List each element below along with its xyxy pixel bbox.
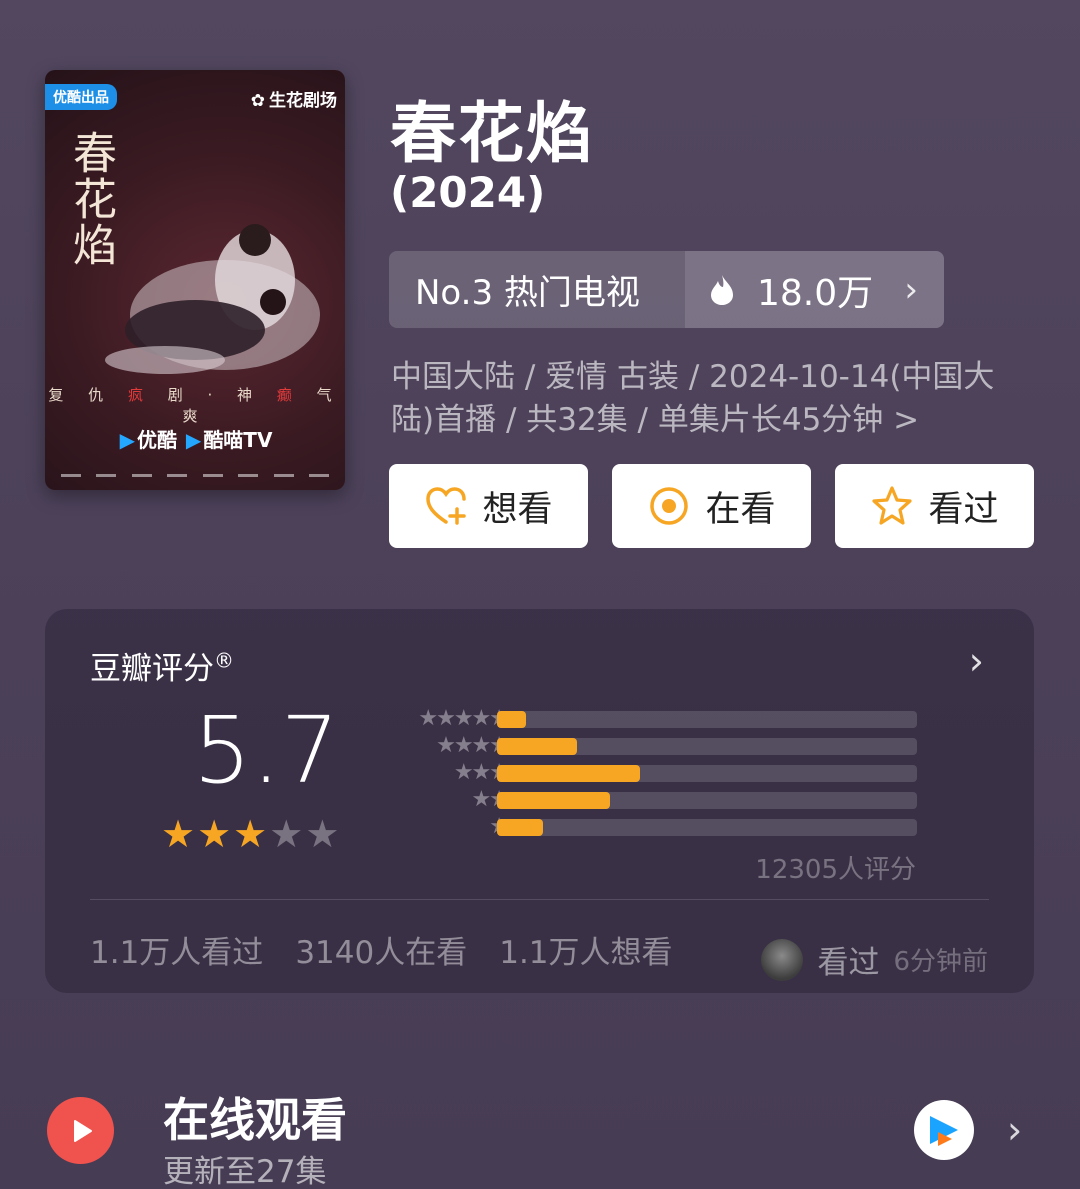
ranking-bar[interactable]: No.3 热门电视 18.0万 › <box>389 251 944 328</box>
online-watch-subtitle: 更新至27集 <box>163 1154 327 1189</box>
distribution-bar <box>497 792 611 809</box>
page-title: 春花焰 <box>390 95 594 172</box>
kumiao-play-icon: ▶ <box>185 428 202 452</box>
recent-activity[interactable]: 看过 6分钟前 <box>761 937 988 982</box>
chevron-right-icon: › <box>904 269 918 310</box>
watching-label: 在看 <box>705 489 776 530</box>
distribution-row: ★★★★★ <box>375 707 975 734</box>
fire-icon <box>711 274 733 305</box>
distribution-track <box>497 765 917 782</box>
rating-count: 12305人评分 <box>755 855 916 885</box>
want-to-watch-button[interactable]: 想看 <box>389 464 588 548</box>
release-year: (2024) <box>390 168 546 217</box>
rating-stars: ★ ★ ★ ★ ★ <box>161 812 339 856</box>
recent-time: 6分钟前 <box>893 947 988 977</box>
target-circle-icon <box>650 487 689 525</box>
rating-score: 5.7 <box>193 697 340 804</box>
distribution-row: ★★★ <box>375 761 975 788</box>
distribution-bar <box>497 711 527 728</box>
star-filled-icon: ★ <box>161 812 196 856</box>
star-filled-icon: ★ <box>197 812 232 856</box>
watch-stats: 1.1万人看过 3140人在看 1.1万人想看 <box>90 927 673 972</box>
play-icon[interactable] <box>47 1097 114 1164</box>
distribution-track <box>497 738 917 755</box>
heat-section[interactable]: 18.0万 › <box>685 251 944 328</box>
distribution-track <box>497 819 917 836</box>
stat-want[interactable]: 1.1万人想看 <box>499 927 672 972</box>
distribution-row: ★★★★ <box>375 734 975 761</box>
youku-mark-icon <box>930 1116 958 1146</box>
chevron-right-icon[interactable]: › <box>969 639 984 683</box>
distribution-stars-icon: ★★★★★ <box>418 706 509 731</box>
movie-detail-page: 优酷出品 ✿ 生花剧场 春花焰 复 仇 疯 剧 · 神 癫 气 爽 ▶ 优酷 ▶ 酷喵… <box>0 0 1080 1189</box>
watched-button[interactable]: 看过 <box>835 464 1034 548</box>
watched-label: 看过 <box>928 489 999 530</box>
distribution-bar <box>497 738 577 755</box>
poster-platforms: ▶ 优酷 ▶ 酷喵TV <box>119 428 273 452</box>
distribution-bar <box>497 765 640 782</box>
recent-action: 看过 <box>817 945 880 981</box>
distribution-bar <box>497 819 544 836</box>
distribution-row: ★ <box>375 815 975 842</box>
play-triangle-icon <box>73 1119 92 1142</box>
rank-label[interactable]: No.3 热门电视 <box>389 251 685 328</box>
meta-info[interactable]: 中国大陆 / 爱情 古装 / 2024-10-14(中国大陆)首播 / 共32集… <box>391 356 1021 442</box>
rating-distribution: ★★★★★★★★★★★★★★★ <box>375 707 975 842</box>
star-outline-icon <box>872 486 913 525</box>
star-empty-icon: ★ <box>305 812 340 856</box>
star-filled-icon: ★ <box>233 812 268 856</box>
flower-logo-icon: ✿ <box>250 91 265 111</box>
poster-studio: ✿ 生花剧场 <box>251 86 337 111</box>
poster-image[interactable]: 优酷出品 ✿ 生花剧场 春花焰 复 仇 疯 剧 · 神 癫 气 爽 ▶ 优酷 ▶ 酷喵… <box>45 70 345 490</box>
youku-logo-icon[interactable] <box>914 1100 974 1160</box>
divider <box>90 899 989 900</box>
stat-watching[interactable]: 3140人在看 <box>295 927 467 972</box>
star-empty-icon: ★ <box>269 812 304 856</box>
poster-badge: 优酷出品 <box>45 84 117 110</box>
rating-card[interactable]: 豆瓣评分® › 5.7 ★★★★★ ★★★★★★★★★★★★★★★ 12305人… <box>45 609 1034 993</box>
poster-credits <box>45 470 345 480</box>
poster-figures-illustration <box>105 224 320 374</box>
distribution-track <box>497 711 917 728</box>
avatar <box>761 938 804 981</box>
want-to-watch-label: 想看 <box>482 489 553 530</box>
poster-studio-label: 生花剧场 <box>269 91 337 111</box>
distribution-track <box>497 792 917 809</box>
distribution-row: ★★ <box>375 788 975 815</box>
online-watch-title[interactable]: 在线观看 <box>163 1084 347 1150</box>
poster-tagline: 复 仇 疯 剧 · 神 癫 气 爽 <box>48 386 342 425</box>
watching-button[interactable]: 在看 <box>612 464 811 548</box>
heart-plus-icon <box>426 487 467 525</box>
chevron-right-icon[interactable]: › <box>1007 1108 1022 1152</box>
youku-play-icon: ▶ <box>119 428 135 452</box>
action-buttons: 想看 在看 看过 <box>389 464 1034 548</box>
heat-value: 18.0万 <box>757 272 874 314</box>
rating-source-label: 豆瓣评分® <box>90 648 234 687</box>
stat-watched[interactable]: 1.1万人看过 <box>90 927 263 972</box>
